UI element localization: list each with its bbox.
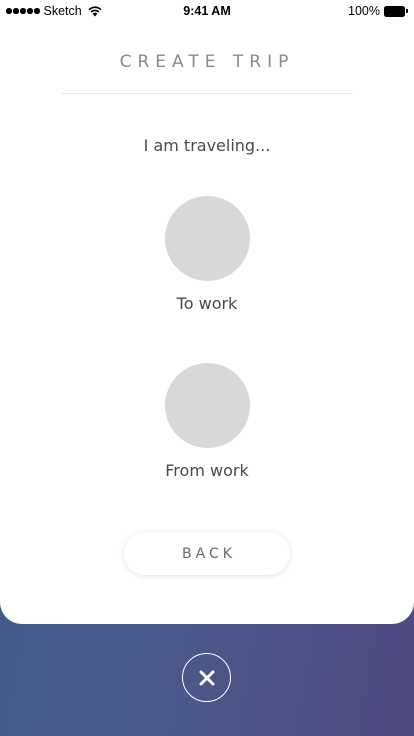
battery-percent: 100% [348,4,380,18]
title-divider [62,93,353,94]
trip-card: CREATE TRIP I am traveling... To work Fr… [0,0,414,624]
battery-icon [384,5,408,17]
page-title: CREATE TRIP [119,52,295,72]
status-bar: Sketch 9:41 AM 100% [0,0,414,22]
from-work-label: From work [165,461,249,480]
traveling-prompt: I am traveling... [143,136,271,155]
back-button[interactable]: BACK [124,532,290,575]
close-icon [199,670,214,685]
to-work-image-placeholder[interactable] [164,196,250,281]
to-work-label: To work [176,294,238,313]
option-to-work[interactable]: To work [0,196,414,313]
from-work-image-placeholder[interactable] [164,363,250,448]
option-from-work[interactable]: From work [0,363,414,480]
close-button[interactable] [182,653,231,702]
status-right: 100% [348,4,408,18]
